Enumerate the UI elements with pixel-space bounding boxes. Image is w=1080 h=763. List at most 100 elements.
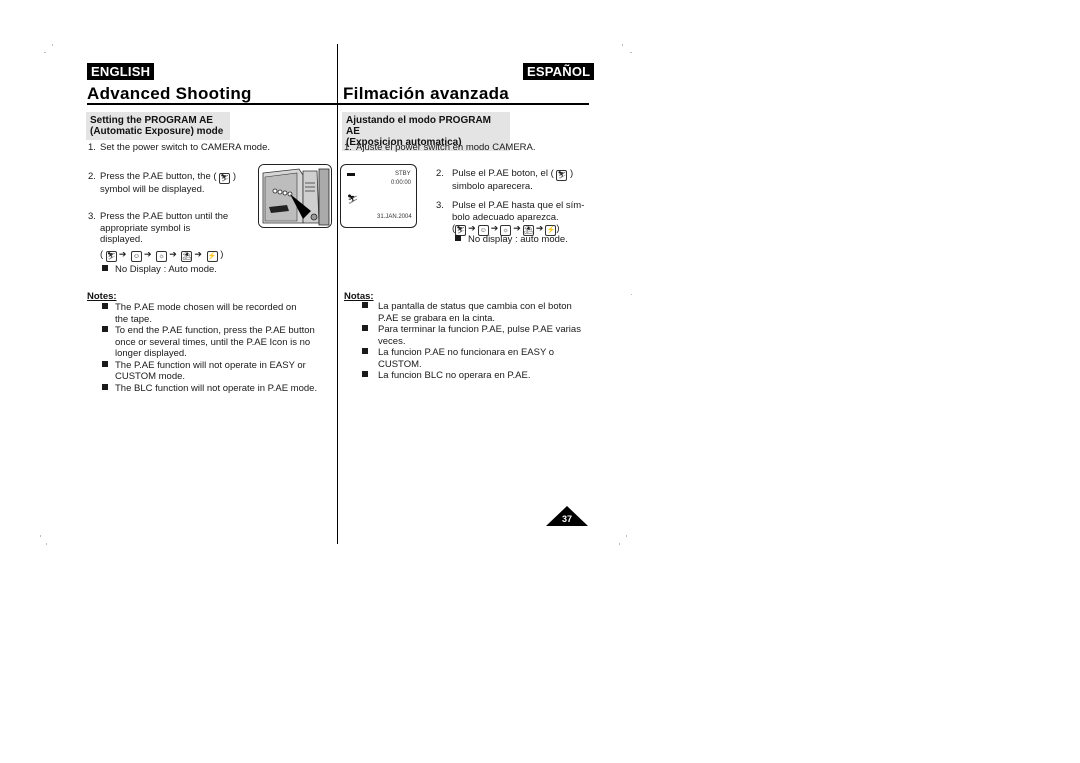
- bullet-icon: [455, 235, 461, 241]
- paren-open: (: [100, 249, 104, 260]
- step-text: Pulse el P.AE boton, el (: [452, 168, 554, 179]
- paren-close: ): [220, 249, 224, 260]
- crop-mark: [622, 44, 623, 46]
- sports-mode-icon: ⛷: [556, 170, 568, 181]
- arrow-icon: ➔: [169, 249, 177, 259]
- spanish-section-heading-line1: Ajustando el modo PROGRAM AE: [346, 115, 491, 137]
- step-text: appropriate symbol is: [100, 222, 191, 234]
- english-step-1: 1. Set the power switch to CAMERA mode.: [88, 142, 270, 154]
- step-text: Pulse el P.AE hasta que el sím-: [452, 200, 585, 211]
- step-text: ): [232, 171, 236, 182]
- english-step-3: 3. Press the P.AE button until the approp…: [88, 211, 228, 246]
- step-text: Set the power switch to CAMERA mode.: [100, 142, 271, 153]
- note-text: The BLC function will not operate in P.A…: [115, 382, 318, 394]
- note-text: La funcion BLC no operara en P.AE.: [378, 370, 531, 381]
- note-item: The P.AE function will not operate in EA…: [102, 360, 317, 383]
- note-item: To end the P.AE function, press the P.AE…: [102, 325, 317, 360]
- english-section-heading: Setting the PROGRAM AE (Automatic Exposu…: [86, 112, 230, 140]
- bullet-icon: [362, 348, 368, 354]
- arrow-icon: ➔: [490, 223, 499, 233]
- step-text: Press the P.AE button until the: [100, 211, 229, 222]
- step-text: displayed.: [100, 234, 143, 245]
- lcd-timecode: 0:00:00: [391, 180, 412, 186]
- spanish-no-display-note: No display : auto mode.: [455, 234, 568, 246]
- english-page-title: Advanced Shooting: [87, 84, 252, 103]
- spanish-notes-list: La pantalla de status que cambia con el …: [362, 301, 581, 382]
- spanish-page-title: Filmación avanzada: [343, 84, 510, 103]
- bullet-icon: [102, 265, 108, 271]
- english-no-display-note: No Display : Auto mode.: [102, 264, 217, 276]
- camera-illustration: [258, 164, 332, 228]
- step-text: Press the P.AE button, the (: [100, 171, 217, 182]
- note-item: The BLC function will not operate in P.A…: [102, 383, 317, 395]
- sports-mode-icon: ⛷: [219, 173, 231, 184]
- spanish-step-3: 3. Pulse el P.AE hasta que el sím- bolo a…: [436, 200, 584, 223]
- arrow-icon: ➔: [513, 223, 521, 233]
- bullet-icon: [102, 326, 108, 332]
- note-item: Para terminar la funcion P.AE, pulse P.A…: [362, 324, 581, 347]
- portrait-mode-icon: ☺: [131, 251, 142, 262]
- crop-mark: [630, 52, 632, 53]
- note-text: CUSTOM mode.: [115, 371, 186, 382]
- note-text: CUSTOM.: [378, 358, 422, 370]
- step-text: bolo adecuado aparezca.: [452, 211, 559, 223]
- sand-snow-mode-icon: ⛱: [181, 251, 193, 262]
- note-text: P.AE se grabara en la cinta.: [378, 312, 496, 324]
- note-text: La funcion P.AE no funcionara en EASY o: [378, 347, 555, 358]
- crop-mark: [626, 535, 627, 537]
- bullet-icon: [102, 360, 108, 367]
- spotlight-mode-icon: ☼: [156, 251, 168, 262]
- note-text: The P.AE function will not operate in EA…: [115, 359, 306, 371]
- note-text: once or several times, until the P.AE Ic…: [115, 336, 311, 348]
- arrow-icon: ➔: [535, 223, 544, 233]
- crop-mark: [52, 44, 53, 46]
- note-text: The P.AE mode chosen will be recorded on: [115, 302, 297, 313]
- note-text: La pantalla de status que cambia con el …: [378, 301, 572, 312]
- crop-mark: [40, 535, 41, 537]
- note-text: Para terminar la funcion P.AE, pulse P.A…: [378, 324, 581, 335]
- note-item: La funcion P.AE no funcionara en EASY o …: [362, 347, 581, 370]
- note-item: The P.AE mode chosen will be recorded on…: [102, 302, 317, 325]
- english-language-badge: ENGLISH: [87, 63, 155, 80]
- bullet-icon: [102, 383, 108, 390]
- arrow-icon: ➔: [118, 249, 127, 259]
- battery-icon: [347, 173, 355, 176]
- step-number: 2.: [436, 168, 444, 179]
- title-rule: [87, 103, 589, 105]
- note-text: veces.: [378, 335, 406, 347]
- step-number: 1.: [88, 142, 96, 153]
- step-text: simbolo aparecera.: [452, 181, 533, 192]
- step-number: 2.: [88, 171, 96, 182]
- step-text: ): [570, 168, 574, 179]
- bullet-icon: [362, 302, 368, 308]
- english-step-2: 2. Press the P.AE button, the ( ⛷ ) symbo…: [88, 171, 236, 196]
- spanish-language-badge: ESPAÑOL: [523, 63, 595, 80]
- arrow-icon: ➔: [144, 249, 152, 259]
- arrow-icon: ➔: [468, 223, 476, 233]
- bullet-icon: [362, 371, 368, 377]
- paren-close: ): [556, 223, 560, 234]
- step-number: 3.: [436, 200, 444, 211]
- arrow-icon: ➔: [194, 249, 202, 259]
- crop-mark: [46, 543, 47, 545]
- english-section-heading-line2: (Automatic Exposure) mode: [90, 126, 224, 137]
- note-text: the tape.: [115, 313, 152, 325]
- note-text: No Display : Auto mode.: [115, 264, 217, 275]
- note-text: To end the P.AE function, press the P.AE…: [115, 325, 315, 336]
- page-number: 37: [561, 514, 572, 524]
- lcd-date: 31.JAN.2004: [377, 214, 412, 220]
- spanish-step-2: 2. Pulse el P.AE boton, el ( ⛷ ) simbolo …: [436, 168, 573, 193]
- english-section-heading-line1: Setting the PROGRAM AE: [90, 115, 213, 126]
- step-text: Ajuste el power switch en modo CAMERA.: [356, 142, 536, 153]
- high-speed-shutter-icon: ⚡: [206, 251, 218, 262]
- english-notes-list: The P.AE mode chosen will be recorded on…: [102, 302, 317, 394]
- step-number: 3.: [88, 211, 96, 222]
- step-number: 1.: [344, 142, 352, 153]
- lcd-status: STBY: [395, 171, 411, 177]
- lcd-display-panel: STBY 0:00:00 ⛷ 31.JAN.2004: [340, 164, 417, 228]
- english-mode-sequence: ( ⛷ ➔ ☺ ➔ ☼ ➔ ⛱ ➔ ⚡ ): [100, 249, 223, 262]
- sports-mode-icon: ⛷: [105, 251, 117, 262]
- crop-mark: [631, 294, 632, 295]
- note-text: No display : auto mode.: [468, 234, 568, 245]
- crop-mark: [619, 543, 620, 545]
